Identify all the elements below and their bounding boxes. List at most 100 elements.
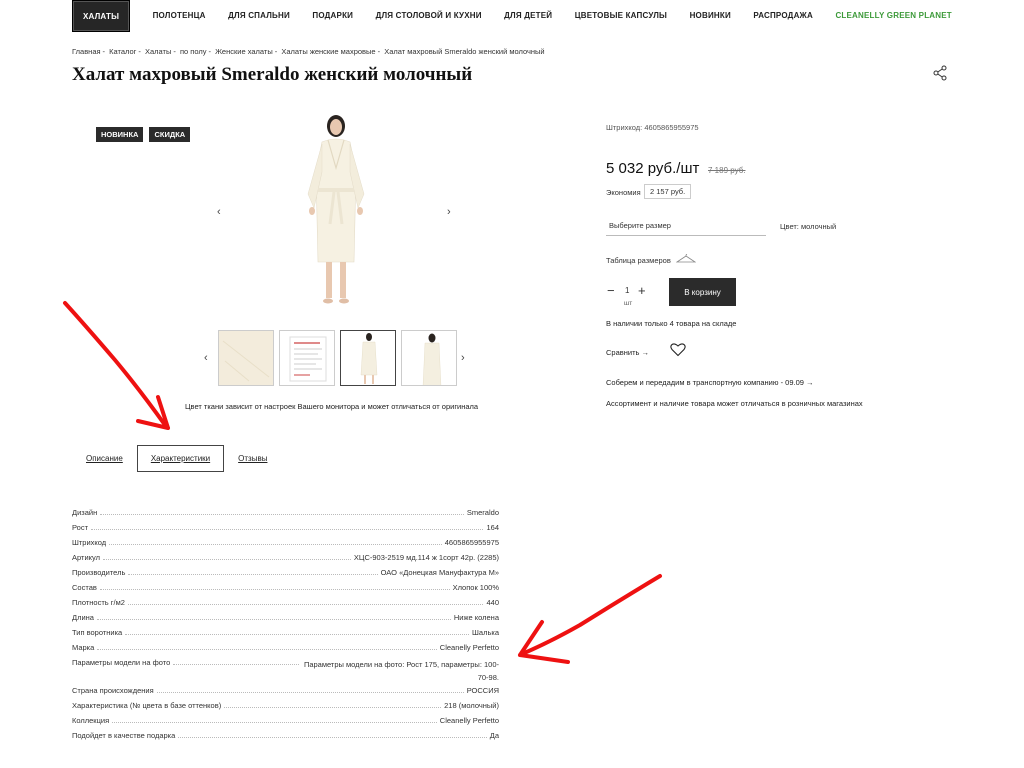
- breadcrumb-item[interactable]: Халаты: [145, 47, 171, 56]
- compare-link[interactable]: Сравнить →: [606, 348, 649, 357]
- color-disclaimer: Цвет ткани зависит от настроек Вашего мо…: [185, 402, 479, 411]
- badge-discount: СКИДКА: [149, 127, 191, 142]
- breadcrumb-item[interactable]: Женские халаты: [215, 47, 273, 56]
- page-title: Халат махровый Smeraldo женский молочный: [72, 64, 473, 85]
- annotation-arrow-right: [518, 574, 662, 664]
- spec-value: Smeraldo: [463, 508, 499, 517]
- spec-label: Параметры модели на фото: [72, 658, 174, 667]
- spec-label: Штрихкод: [72, 538, 110, 547]
- thumbnail-fabric[interactable]: [218, 330, 274, 386]
- product-barcode: Штрихкод: 4605865955975: [606, 123, 699, 132]
- old-price: 7 189 руб.: [708, 166, 746, 175]
- thumbnail-model-side[interactable]: [401, 330, 457, 386]
- spec-value: Ниже колена: [450, 613, 499, 622]
- gallery-next-button[interactable]: ›: [447, 206, 451, 218]
- quantity-decrease-button[interactable]: −: [607, 283, 615, 298]
- breadcrumb-current: Халат махровый Smeraldo женский молочный: [384, 47, 545, 56]
- spec-value: РОССИЯ: [463, 686, 499, 695]
- add-to-cart-button[interactable]: В корзину: [669, 278, 736, 306]
- saving-value: 2 157 руб.: [644, 184, 692, 199]
- spec-label: Производитель: [72, 568, 129, 577]
- breadcrumb-separator: -: [274, 47, 278, 56]
- nav-item-robes[interactable]: ХАЛАТЫ: [72, 0, 131, 32]
- nav-item-new[interactable]: НОВИНКИ: [690, 0, 731, 32]
- product-price: 5 032 руб./шт: [606, 160, 700, 177]
- spec-row: Рост 164: [72, 523, 499, 538]
- spec-value: ХЦС-903-2519 мд.114 ж 1сорт 42р. (2285): [350, 553, 499, 562]
- breadcrumb-item[interactable]: по полу: [180, 47, 207, 56]
- spec-row: Марка Cleanelly Perfetto: [72, 643, 499, 658]
- spec-value: 218 (молочный): [441, 701, 499, 710]
- nav-item-color-capsules[interactable]: ЦВЕТОВЫЕ КАПСУЛЫ: [575, 0, 667, 32]
- spec-row: Страна происхождения РОССИЯ: [72, 686, 499, 701]
- quantity-value[interactable]: 1: [625, 286, 629, 295]
- share-icon[interactable]: [932, 65, 948, 81]
- hanger-icon[interactable]: [676, 254, 696, 264]
- thumbnail-model-front[interactable]: [340, 330, 396, 386]
- breadcrumb-item[interactable]: Халаты женские махровые: [281, 47, 375, 56]
- thumbs-prev-button[interactable]: ‹: [204, 352, 208, 364]
- spec-row: Производитель ОАО «Донецкая Мануфактура М…: [72, 568, 499, 583]
- quantity-unit: шт: [624, 300, 633, 307]
- breadcrumb-separator: -: [102, 47, 106, 56]
- spec-row: Артикул ХЦС-903-2519 мд.114 ж 1сорт 42р. …: [72, 553, 499, 568]
- spec-row: Штрихкод 4605865955975: [72, 538, 499, 553]
- breadcrumb-item[interactable]: Каталог: [109, 47, 136, 56]
- tab-characteristics[interactable]: Характеристики: [136, 445, 225, 472]
- spec-value: 4605865955975: [441, 538, 499, 547]
- spec-label: Плотность г/м2: [72, 598, 128, 607]
- spec-row: Состав Хлопок 100%: [72, 583, 499, 598]
- spec-label: Длина: [72, 613, 97, 622]
- quantity-increase-button[interactable]: +: [638, 283, 646, 298]
- specs-table: Дизайн Smeraldo Рост 164 Штрихкод 460586595…: [72, 508, 499, 746]
- spec-label: Дизайн: [72, 508, 101, 517]
- size-table-link[interactable]: Таблица размеров: [606, 256, 671, 265]
- product-main-image[interactable]: [296, 112, 374, 312]
- spec-label: Подойдет в качестве подарка: [72, 731, 179, 740]
- annotation-arrow-left: [63, 301, 170, 430]
- nav-item-gifts[interactable]: ПОДАРКИ: [312, 0, 353, 32]
- nav-item-green-planet[interactable]: CLEANELLY GREEN PLANET: [835, 0, 951, 32]
- breadcrumb-separator: -: [377, 47, 381, 56]
- spec-label: Тип воротника: [72, 628, 126, 637]
- spec-label: Состав: [72, 583, 100, 592]
- gallery-prev-button[interactable]: ‹: [217, 206, 221, 218]
- spec-row: Коллекция Cleanelly Perfetto: [72, 716, 499, 731]
- spec-row: Характеристика (№ цвета в базе оттенков)…: [72, 701, 499, 716]
- breadcrumb-separator: -: [138, 47, 141, 56]
- spec-value: Cleanelly Perfetto: [436, 643, 499, 652]
- nav-item-dining-kitchen[interactable]: ДЛЯ СТОЛОВОЙ И КУХНИ: [376, 0, 482, 32]
- spec-value: Шалька: [469, 628, 499, 637]
- assortment-note: Ассортимент и наличие товара может отлич…: [606, 399, 863, 408]
- nav-item-towels[interactable]: ПОЛОТЕНЦА: [153, 0, 206, 32]
- spec-value: Хлопок 100%: [449, 583, 499, 592]
- nav-item-bedroom[interactable]: ДЛЯ СПАЛЬНИ: [228, 0, 290, 32]
- breadcrumb-separator: -: [208, 47, 212, 56]
- nav-item-sale[interactable]: РАСПРОДАЖА: [753, 0, 813, 32]
- thumbs-next-button[interactable]: ›: [461, 352, 465, 364]
- spec-value: Cleanelly Perfetto: [436, 716, 499, 725]
- stock-status: В наличии только 4 товара на складе: [606, 319, 737, 328]
- breadcrumb-separator: -: [173, 47, 176, 56]
- spec-label: Характеристика (№ цвета в базе оттенков): [72, 701, 225, 710]
- tab-description[interactable]: Описание: [86, 454, 123, 463]
- saving-label: Экономия: [606, 188, 641, 197]
- spec-value: 164: [483, 523, 499, 532]
- spec-row: Подойдет в качестве подарка Да: [72, 731, 499, 746]
- spec-value: ОАО «Донецкая Мануфактура М»: [377, 568, 499, 577]
- size-select[interactable]: Выберите размер: [606, 218, 766, 236]
- breadcrumb-item[interactable]: Главная: [72, 47, 101, 56]
- tab-reviews[interactable]: Отзывы: [238, 454, 267, 463]
- color-label: Цвет: молочный: [780, 222, 837, 231]
- top-navigation: ХАЛАТЫ ПОЛОТЕНЦА ДЛЯ СПАЛЬНИ ПОДАРКИ ДЛЯ…: [72, 0, 952, 34]
- spec-value: 440: [483, 598, 499, 607]
- heart-icon[interactable]: [670, 342, 686, 357]
- spec-label: Страна происхождения: [72, 686, 157, 695]
- spec-label: Коллекция: [72, 716, 113, 725]
- thumbnail-label[interactable]: [279, 330, 335, 386]
- delivery-info[interactable]: Соберем и передадим в транспортную компа…: [606, 378, 814, 387]
- spec-row: Плотность г/м2 440: [72, 598, 499, 613]
- spec-value: Да: [486, 731, 499, 740]
- spec-row: Длина Ниже колена: [72, 613, 499, 628]
- nav-item-kids[interactable]: ДЛЯ ДЕТЕЙ: [504, 0, 552, 32]
